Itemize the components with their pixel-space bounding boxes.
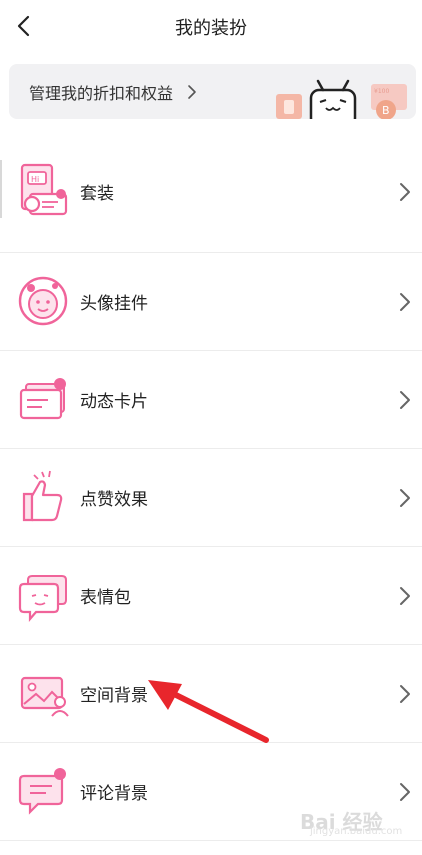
menu-item-emoji-pack[interactable]: 表情包 <box>0 546 422 644</box>
svg-text:B: B <box>382 104 390 117</box>
coupon-badge: ¥100 <box>374 88 389 95</box>
menu-item-label: 表情包 <box>80 588 131 608</box>
chevron-right-icon <box>400 183 410 201</box>
menu-item-label: 头像挂件 <box>80 294 148 314</box>
menu-item-label: 评论背景 <box>80 784 148 804</box>
baidu-watermark: Bai 经验 jingyan.baidu.com <box>300 800 418 840</box>
tv-mascot-icon: ¥100 B <box>276 79 407 119</box>
thumbs-up-icon <box>22 470 63 522</box>
suit-icon: Hi <box>20 163 68 216</box>
comment-background-icon <box>18 768 66 815</box>
space-background-icon <box>20 676 69 717</box>
chevron-right-icon <box>400 293 410 311</box>
chevron-right-icon <box>400 685 410 703</box>
banner-text: 管理我的折扣和权益 <box>29 84 174 103</box>
chevron-right-icon <box>400 587 410 605</box>
header-bar: 我的装扮 <box>0 0 422 52</box>
avatar-pendant-icon <box>18 276 68 326</box>
chevron-right-icon <box>400 391 410 409</box>
watermark-url: jingyan.baidu.com <box>310 826 403 837</box>
page-title: 我的装扮 <box>175 18 247 39</box>
menu-item-label: 点赞效果 <box>80 490 148 510</box>
emoji-pack-icon <box>18 575 67 622</box>
banner-chevron-right-icon <box>188 85 196 99</box>
menu-item-label: 动态卡片 <box>80 392 148 412</box>
menu-item-label: 套装 <box>80 184 114 204</box>
dynamic-card-icon <box>19 378 66 420</box>
menu-item-avatar-pendant[interactable]: 头像挂件 <box>0 252 422 350</box>
menu-item-label: 空间背景 <box>80 686 148 706</box>
chevron-right-icon <box>400 489 410 507</box>
benefits-banner[interactable]: 管理我的折扣和权益 ¥100 B <box>9 64 416 119</box>
divider <box>0 840 422 841</box>
menu-item-dynamic-card[interactable]: 动态卡片 <box>0 350 422 448</box>
menu-item-suit[interactable]: Hi 套装 <box>0 142 422 240</box>
svg-text:Hi: Hi <box>31 175 39 184</box>
menu-item-thumbs-up-effect[interactable]: 点赞效果 <box>0 448 422 546</box>
annotation-arrow-icon <box>148 680 269 743</box>
